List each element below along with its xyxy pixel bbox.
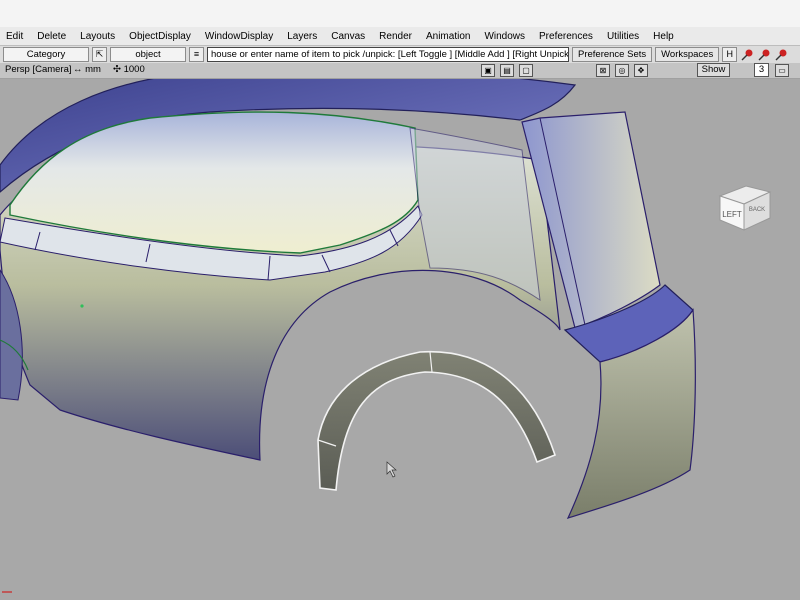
- cube-left-label: LEFT: [722, 210, 742, 219]
- film-icon[interactable]: ▤: [500, 64, 514, 77]
- pan-icon[interactable]: ✥: [634, 64, 648, 77]
- view-cube[interactable]: LEFT BACK: [716, 182, 776, 234]
- frame-icon[interactable]: ▢: [519, 64, 533, 77]
- menu-layouts[interactable]: Layouts: [73, 31, 122, 42]
- menu-animation[interactable]: Animation: [419, 31, 477, 42]
- pivot-marker: [80, 304, 84, 308]
- fit-view-icon[interactable]: ⊠: [596, 64, 610, 77]
- menu-preferences[interactable]: Preferences: [532, 31, 600, 42]
- pick-tool-icon[interactable]: ⇱: [92, 47, 107, 62]
- control-toolbar: Category ⇱ object ≡ house or enter name …: [0, 46, 800, 64]
- pin-red-icon-3[interactable]: [774, 48, 788, 62]
- viewport-count[interactable]: 3: [754, 63, 769, 77]
- title-strip: [0, 0, 800, 27]
- car-model-scene: [0, 79, 696, 593]
- pin-red-icon-2[interactable]: [757, 48, 771, 62]
- menu-canvas[interactable]: Canvas: [324, 31, 372, 42]
- viewport-title-bar: Persp [Camera] ↔ mm ✣ 1000 ▣ ▤ ▢ ⊠ ◎ ✥ S…: [0, 63, 800, 79]
- cube-back-label: BACK: [749, 207, 765, 213]
- menu-edit[interactable]: Edit: [0, 31, 30, 42]
- mouse-cursor-icon: [386, 461, 397, 478]
- camera-icon[interactable]: ▣: [481, 64, 495, 77]
- menu-render[interactable]: Render: [372, 31, 419, 42]
- object-dropdown[interactable]: object: [110, 47, 186, 62]
- category-dropdown[interactable]: Category: [3, 47, 89, 62]
- grid-size-label: ✣ 1000: [113, 64, 145, 75]
- menu-utilities[interactable]: Utilities: [600, 31, 646, 42]
- pin-red-icon[interactable]: [740, 48, 754, 62]
- menu-layers[interactable]: Layers: [280, 31, 324, 42]
- hint-icon: ≡: [189, 47, 204, 62]
- workspaces-button[interactable]: Workspaces: [655, 47, 720, 62]
- menu-windowdisplay[interactable]: WindowDisplay: [198, 31, 280, 42]
- maximize-icon[interactable]: ▭: [775, 64, 789, 77]
- perspective-viewport[interactable]: LEFT BACK: [0, 79, 800, 600]
- layout-icon[interactable]: H: [722, 47, 738, 62]
- menu-help[interactable]: Help: [646, 31, 681, 42]
- menu-objectdisplay[interactable]: ObjectDisplay: [122, 31, 198, 42]
- units-label: ↔ mm: [73, 64, 101, 75]
- menu-windows[interactable]: Windows: [477, 31, 532, 42]
- pick-hint-field: house or enter name of item to pick /unp…: [207, 47, 569, 62]
- menu-delete[interactable]: Delete: [30, 31, 73, 42]
- tumble-icon[interactable]: ◎: [615, 64, 629, 77]
- camera-label[interactable]: Persp [Camera]: [5, 64, 72, 75]
- wheel-arch-flare[interactable]: [317, 350, 557, 491]
- menu-bar: Edit Delete Layouts ObjectDisplay Window…: [0, 27, 800, 46]
- show-button[interactable]: Show: [697, 63, 730, 77]
- preference-sets-button[interactable]: Preference Sets: [572, 47, 653, 62]
